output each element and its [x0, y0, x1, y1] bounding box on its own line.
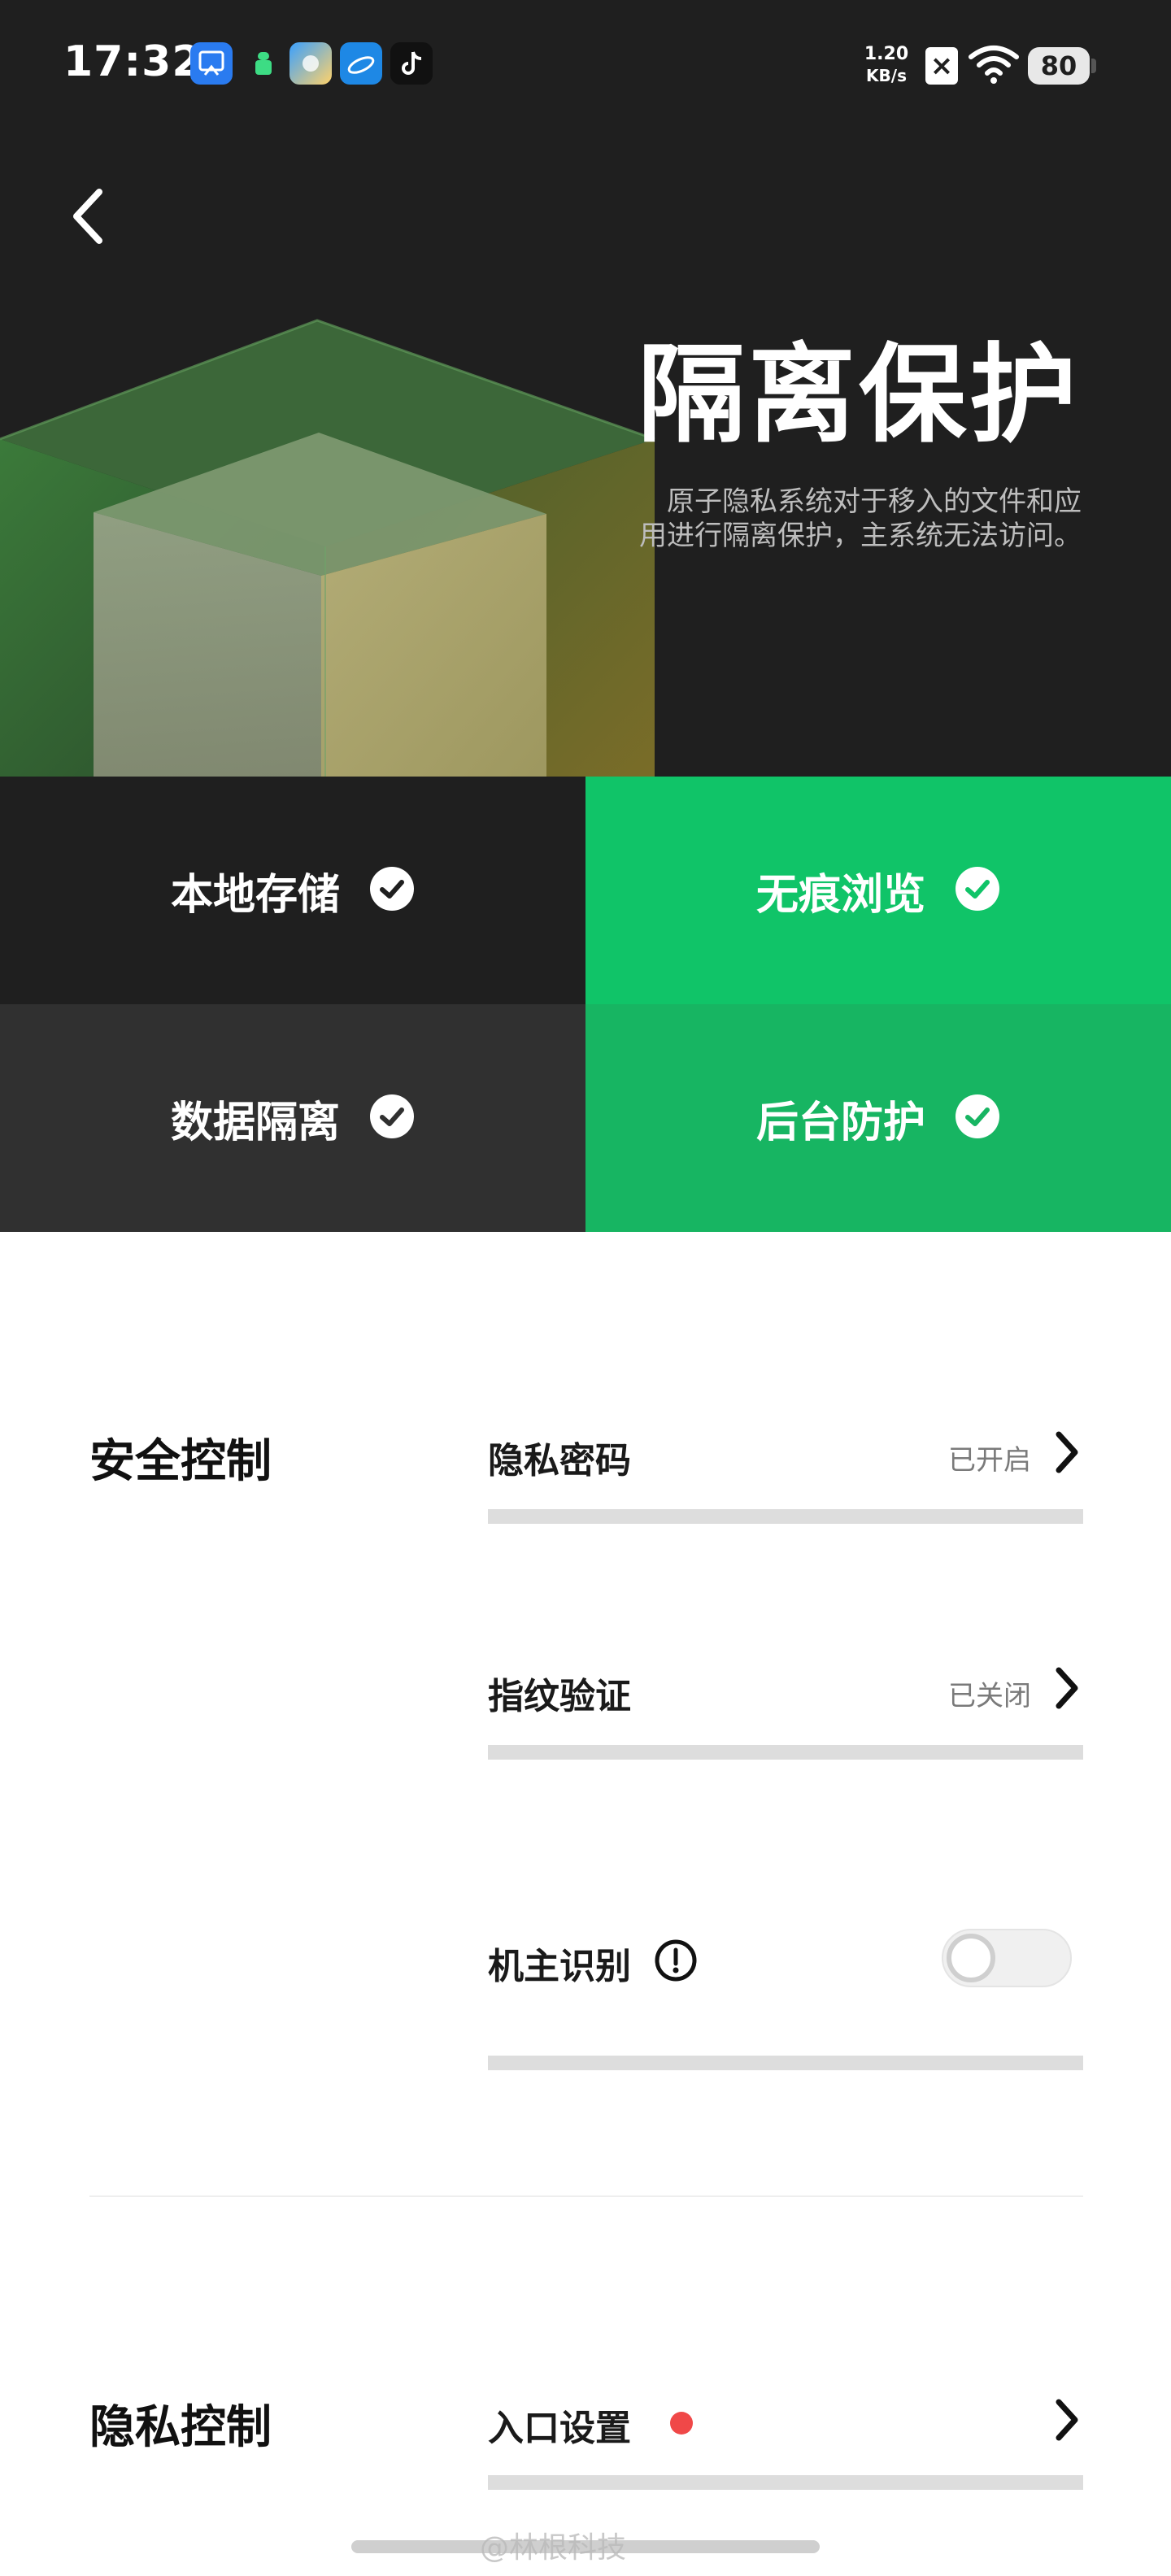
security-control-title: 安全控制 — [89, 1435, 272, 1488]
isolation-cube-illustration — [0, 319, 655, 777]
owner-recognition-row: 机主识别 — [488, 1929, 1083, 2083]
hero-description: 原子隐私系统对于移入的文件和应 用进行隔离保护，主系统无法访问。 — [577, 485, 1082, 553]
info-icon[interactable] — [654, 1939, 698, 1982]
back-button[interactable] — [65, 179, 130, 252]
watermark: @林根科技 — [480, 2531, 627, 2565]
hero-header: 17:32 1.20 KB/s × 80 隔离保护 原子隐私系统对于移入的文件和… — [0, 0, 1171, 777]
row-label: 隐私密码 — [488, 1440, 631, 1482]
network-speed-unit: KB/s — [866, 66, 907, 85]
check-circle-icon — [955, 866, 1000, 915]
hero-description-line: 原子隐私系统对于移入的文件和应 — [667, 485, 1082, 518]
tiktok-app-icon — [390, 42, 433, 85]
page-title: 隔离保护 — [638, 333, 1080, 458]
feature-data-isolation: 数据隔离 — [0, 1004, 586, 1232]
section-divider — [89, 2195, 1083, 2197]
chevron-right-icon — [1056, 1431, 1078, 1473]
android-app-icon — [242, 42, 285, 85]
row-status: 已开启 — [948, 1444, 1031, 1477]
notification-badge — [670, 2412, 693, 2435]
feature-local-storage: 本地存储 — [0, 777, 586, 1004]
row-label: 指纹验证 — [488, 1676, 631, 1717]
wifi-icon — [968, 44, 1020, 89]
check-circle-icon — [369, 1094, 415, 1142]
row-status: 已关闭 — [948, 1680, 1031, 1712]
screen-mirror-app-icon — [190, 42, 233, 85]
feature-background-protection: 后台防护 — [586, 1004, 1171, 1232]
battery-icon: 80 — [1028, 47, 1090, 85]
feature-label: 无痕浏览 — [755, 870, 925, 920]
toggle-knob — [947, 1934, 995, 1982]
battery-tip — [1091, 59, 1096, 73]
check-circle-icon — [369, 866, 415, 915]
fingerprint-verification-row[interactable]: 指纹验证 已关闭 — [488, 1667, 1083, 1764]
feature-label: 本地存储 — [170, 870, 340, 920]
chevron-right-icon — [1056, 1667, 1078, 1709]
photos-app-icon — [289, 42, 332, 85]
network-speed-value: 1.20 — [864, 44, 909, 64]
browser-app-icon — [340, 42, 382, 85]
status-bar: 17:32 1.20 KB/s × 80 — [0, 0, 1171, 130]
entry-settings-row[interactable]: 入口设置 — [488, 2399, 1083, 2496]
row-label: 机主识别 — [488, 1946, 631, 1987]
feature-label: 后台防护 — [755, 1098, 925, 1147]
chevron-left-icon — [73, 189, 102, 244]
chevron-right-icon — [1056, 2399, 1078, 2441]
row-bar — [488, 1509, 1083, 1524]
privacy-control-title: 隐私控制 — [89, 2401, 272, 2454]
feature-incognito-browsing: 无痕浏览 — [586, 777, 1171, 1004]
row-bar — [488, 1745, 1083, 1760]
hero-description-line: 用进行隔离保护，主系统无法访问。 — [639, 520, 1082, 552]
owner-recognition-toggle[interactable] — [942, 1929, 1072, 1987]
feature-label: 数据隔离 — [170, 1098, 340, 1147]
row-bar — [488, 2475, 1083, 2490]
feature-grid: 本地存储 无痕浏览 数据隔离 后台防护 — [0, 777, 1171, 1232]
network-speed: 1.20 KB/s — [857, 44, 916, 86]
status-time: 17:32 — [63, 37, 202, 86]
row-label: 入口设置 — [488, 2408, 631, 2449]
privacy-password-row[interactable]: 隐私密码 已开启 — [488, 1431, 1083, 1529]
check-circle-icon — [955, 1094, 1000, 1142]
no-sim-icon: × — [925, 47, 958, 85]
row-bar — [488, 2056, 1083, 2070]
